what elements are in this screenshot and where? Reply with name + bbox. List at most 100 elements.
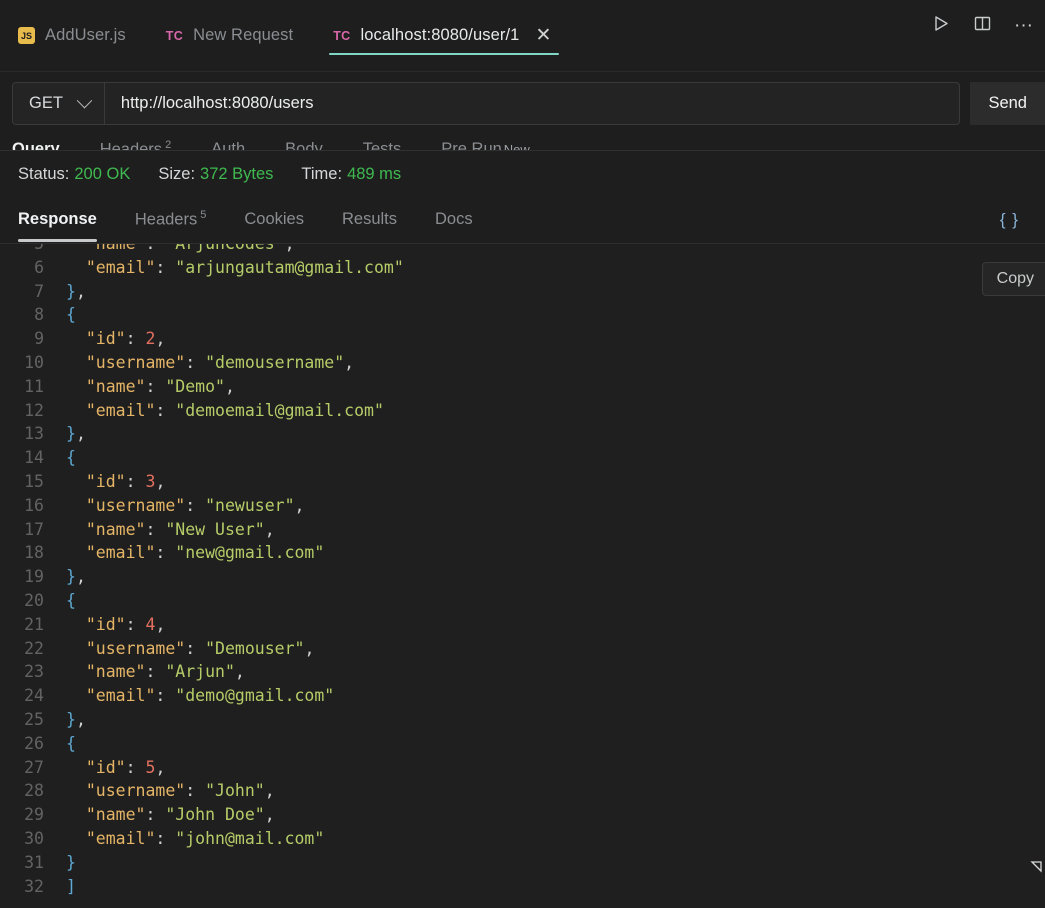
code-line-content: "name": "Demo", (85, 376, 235, 396)
line-number: 7 (34, 281, 44, 301)
code-line-content: "username": "John", (85, 781, 275, 801)
request-tab-headers[interactable]: Headers 2 (99, 138, 194, 151)
editor-tab-label: localhost:8080/user/1 (360, 26, 520, 44)
request-tabs-clip: Query Headers 2 Auth Body Tests Pre Run New (0, 134, 1045, 151)
line-number: 22 (24, 638, 44, 658)
size-label: Size: (158, 165, 196, 183)
line-number: 26 (24, 733, 44, 753)
editor-tab-3[interactable]: TC localhost:8080/user/1 ✕ (315, 0, 573, 71)
status-code-item: Status: 200 OK (18, 165, 130, 184)
line-number: 17 (24, 519, 44, 539)
request-tab-label: Headers (99, 140, 163, 151)
code-line: 21 "id": 4, (0, 613, 1045, 637)
response-tab-badge: 5 (200, 208, 207, 221)
request-tab-body[interactable]: Body (285, 140, 345, 151)
response-time-item: Time: 489 ms (301, 165, 401, 184)
line-number: 19 (24, 567, 44, 587)
line-number: 28 (24, 781, 44, 801)
code-line-content: { (66, 733, 76, 753)
code-line: 6 "email": "arjungautam@gmail.com" (0, 256, 1045, 280)
response-tab-headers[interactable]: Headers 5 (135, 209, 207, 232)
code-line: 8{ (0, 303, 1045, 327)
code-line-content: "id": 3, (85, 471, 166, 491)
code-line-content: "email": "demo@gmail.com" (85, 686, 335, 706)
response-tab-response[interactable]: Response (18, 210, 97, 242)
editor-tab-bar: JS AddUser.js TC New Request TC localhost:808… (0, 0, 1045, 72)
response-tab-results[interactable]: Results (342, 210, 397, 231)
response-tab-label: Cookies (244, 209, 304, 228)
line-number: 15 (24, 471, 44, 491)
line-number: 16 (24, 495, 44, 515)
code-line: 31} (0, 851, 1045, 875)
code-line: 19}, (0, 565, 1045, 589)
request-tab-auth[interactable]: Auth (211, 139, 267, 151)
url-input-group: GET (12, 81, 961, 125)
request-tabs: Query Headers 2 Auth Body Tests Pre Run New (0, 134, 1045, 151)
line-number: 6 (34, 257, 44, 277)
line-number: 21 (24, 614, 44, 634)
code-line: 32] (0, 875, 1045, 899)
response-status-bar: Status: 200 OK Size: 372 Bytes Time: 489 ms (0, 151, 1045, 198)
editor-tab-2[interactable]: TC New Request (148, 0, 315, 71)
response-tab-label: Docs (435, 209, 473, 228)
code-line-content: }, (66, 567, 86, 587)
copy-button[interactable]: Copy (981, 262, 1045, 296)
size-value: 372 Bytes (200, 165, 274, 183)
request-tab-label: Auth (211, 139, 246, 151)
code-line: 27 "id": 5, (0, 756, 1045, 780)
format-json-icon[interactable]: { } (1000, 210, 1019, 230)
response-tabs: Response Headers 5 Cookies Results Docs { } (0, 198, 1045, 242)
time-value: 489 ms (347, 165, 402, 183)
code-line: 11 "name": "Demo", (0, 375, 1045, 399)
http-method-select[interactable]: GET (13, 82, 105, 124)
code-line-content: "email": "demoemail@gmail.com" (85, 400, 384, 420)
url-input[interactable] (104, 82, 960, 124)
request-tab-badge: 2 (165, 138, 172, 151)
response-tab-docs[interactable]: Docs (435, 210, 473, 231)
more-actions-icon[interactable]: ··· (1014, 16, 1033, 35)
json-viewer[interactable]: 5 "name": "ArjunCodes", 6 "email": "arjun… (0, 243, 1045, 899)
editor-actions: ··· (924, 14, 1045, 38)
request-tab-label: Pre Run (441, 139, 502, 151)
chevron-down-icon (76, 92, 93, 108)
editor-tab-1[interactable]: JS AddUser.js (0, 0, 148, 71)
request-tab-tests[interactable]: Tests (363, 140, 424, 151)
code-line-content: "username": "Demouser", (85, 638, 315, 658)
code-line: 23 "name": "Arjun", (0, 660, 1045, 684)
close-icon[interactable]: ✕ (535, 26, 551, 45)
line-number: 27 (24, 757, 44, 777)
code-line-content: "id": 4, (85, 614, 166, 634)
code-line: 29 "name": "John Doe", (0, 803, 1045, 827)
line-number: 31 (24, 852, 44, 872)
response-body-panel: 5 "name": "ArjunCodes", 6 "email": "arjun… (0, 243, 1045, 908)
run-icon[interactable] (932, 14, 951, 38)
line-number: 29 (24, 805, 44, 825)
code-line-content: "id": 5, (85, 757, 166, 777)
code-line-content: "email": "new@gmail.com" (85, 543, 325, 563)
line-number: 8 (34, 305, 44, 325)
code-line: 20 { (0, 589, 1045, 613)
code-line: 25}, (0, 708, 1045, 732)
code-line: 14 { (0, 446, 1045, 470)
time-label: Time: (301, 165, 343, 183)
line-number: 24 (24, 686, 44, 706)
code-line-content: "username": "demousername", (85, 352, 355, 372)
code-line-content: { (66, 305, 76, 325)
line-number: 5 (34, 243, 44, 253)
send-button[interactable]: Send (970, 81, 1045, 125)
line-number: 18 (24, 543, 44, 563)
code-line: 15 "id": 3, (0, 470, 1045, 494)
response-tab-cookies[interactable]: Cookies (244, 210, 304, 231)
line-number: 25 (24, 709, 44, 729)
code-line-content: "name": "New User", (85, 519, 275, 539)
request-tab-pre-run[interactable]: Pre Run New (441, 139, 552, 151)
split-editor-icon[interactable] (973, 14, 992, 38)
code-line-content: "email": "john@mail.com" (85, 828, 325, 848)
thunder-client-icon: TC (333, 28, 351, 43)
new-feature-badge: New (503, 141, 530, 151)
editor-tab-label: AddUser.js (45, 26, 126, 44)
line-number: 9 (34, 329, 44, 349)
line-number: 12 (24, 400, 44, 420)
request-tab-query[interactable]: Query (12, 140, 82, 151)
code-line: 5 "name": "ArjunCodes", (0, 243, 1045, 256)
